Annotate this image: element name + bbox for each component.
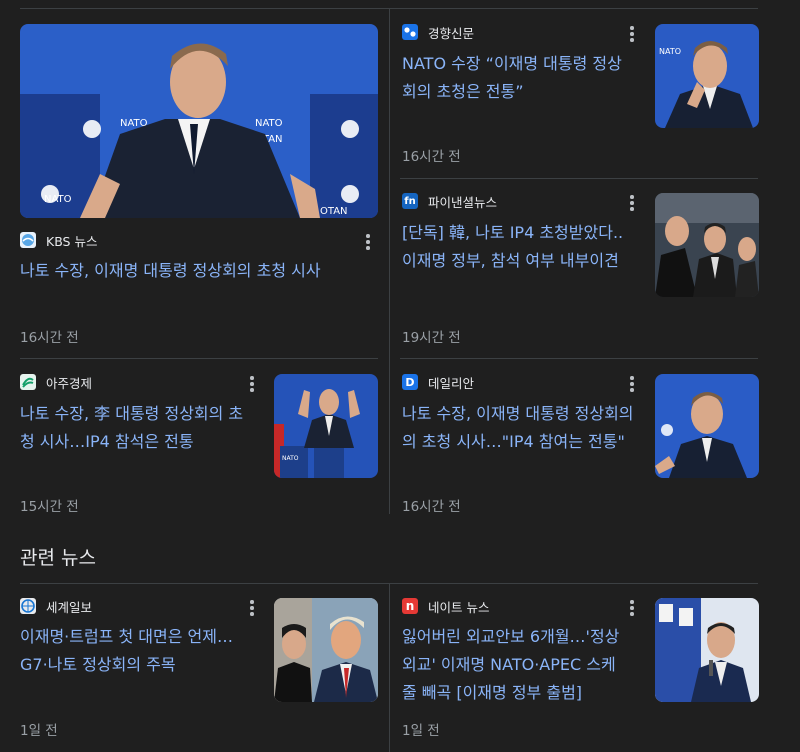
segye-logo-icon [20, 598, 36, 614]
more-options-icon[interactable] [625, 375, 639, 393]
section-title: 관련 뉴스 [20, 547, 96, 569]
source-name: 네이트 뉴스 [428, 599, 490, 615]
more-options-icon[interactable] [361, 233, 375, 251]
more-options-icon[interactable] [625, 25, 639, 43]
news-thumbnail[interactable]: NATO [655, 24, 759, 128]
headline[interactable]: 나토 수장, 이재명 대통령 정상회의 초청 시사 [20, 257, 370, 285]
timestamp: 19시간 전 [402, 330, 461, 346]
source-name: KBS 뉴스 [46, 233, 98, 249]
fn-logo-icon: fn [402, 193, 418, 209]
headline[interactable]: 이재명·트럼프 첫 대면은 언제… G7·나토 정상회의 주목 [20, 623, 260, 679]
source-name: 파이낸셜뉴스 [428, 194, 498, 210]
nate-logo-icon: n [402, 598, 418, 614]
headline[interactable]: 나토 수장, 이재명 대통령 정상회의 의 초청 시사…"IP4 참여는 전통" [402, 400, 647, 456]
source-name: 데일리안 [428, 375, 475, 391]
column-divider [389, 8, 390, 514]
kyunghyang-logo-icon [402, 24, 418, 40]
source-name: 경향신문 [428, 25, 475, 41]
news-thumbnail[interactable] [655, 374, 759, 478]
headline[interactable]: [단독] 韓, 나토 IP4 초청받았다.. 이재명 정부, 참석 여부 내부이견 [402, 219, 642, 275]
headline[interactable]: 잃어버린 외교안보 6개월…'정상 외교' 이재명 NATO·APEC 스케 줄 빼… [402, 623, 647, 707]
svg-text:NATO: NATO [44, 194, 72, 205]
news-thumbnail[interactable] [655, 193, 759, 297]
timestamp: 15시간 전 [20, 499, 79, 515]
headline[interactable]: 나토 수장, 李 대통령 정상회의 초청 시사…IP4 참석은 전통 [20, 400, 260, 456]
more-options-icon[interactable] [245, 375, 259, 393]
news-thumbnail[interactable] [655, 598, 759, 702]
more-options-icon[interactable] [245, 599, 259, 617]
row-divider-left [20, 358, 378, 359]
more-options-icon[interactable] [625, 599, 639, 617]
source-name: 아주경제 [46, 375, 93, 391]
related-column-divider [389, 583, 390, 752]
timestamp: 1일 전 [402, 723, 440, 739]
news-thumbnail[interactable]: NATO [274, 374, 378, 478]
source-name: 세계일보 [46, 599, 93, 615]
svg-text:NATO: NATO [255, 118, 283, 129]
row-divider-right-2 [400, 358, 758, 359]
timestamp: 16시간 전 [402, 149, 461, 165]
headline[interactable]: NATO 수장 “이재명 대통령 정상 회의 초청은 전통” [402, 50, 642, 106]
news-thumbnail[interactable]: NATO NATO OTAN NATO OTAN [20, 24, 378, 218]
timestamp: 16시간 전 [20, 330, 79, 346]
dailian-logo-icon: D [402, 374, 418, 390]
row-divider-right-1 [400, 178, 758, 179]
news-thumbnail[interactable] [274, 598, 378, 702]
ajunews-logo-icon [20, 374, 36, 390]
svg-text:NATO: NATO [282, 455, 299, 462]
svg-text:OTAN: OTAN [320, 206, 348, 217]
timestamp: 1일 전 [20, 723, 58, 739]
kbs-logo-icon [20, 232, 36, 248]
svg-text:NATO: NATO [659, 47, 681, 56]
timestamp: 16시간 전 [402, 499, 461, 515]
more-options-icon[interactable] [625, 194, 639, 212]
